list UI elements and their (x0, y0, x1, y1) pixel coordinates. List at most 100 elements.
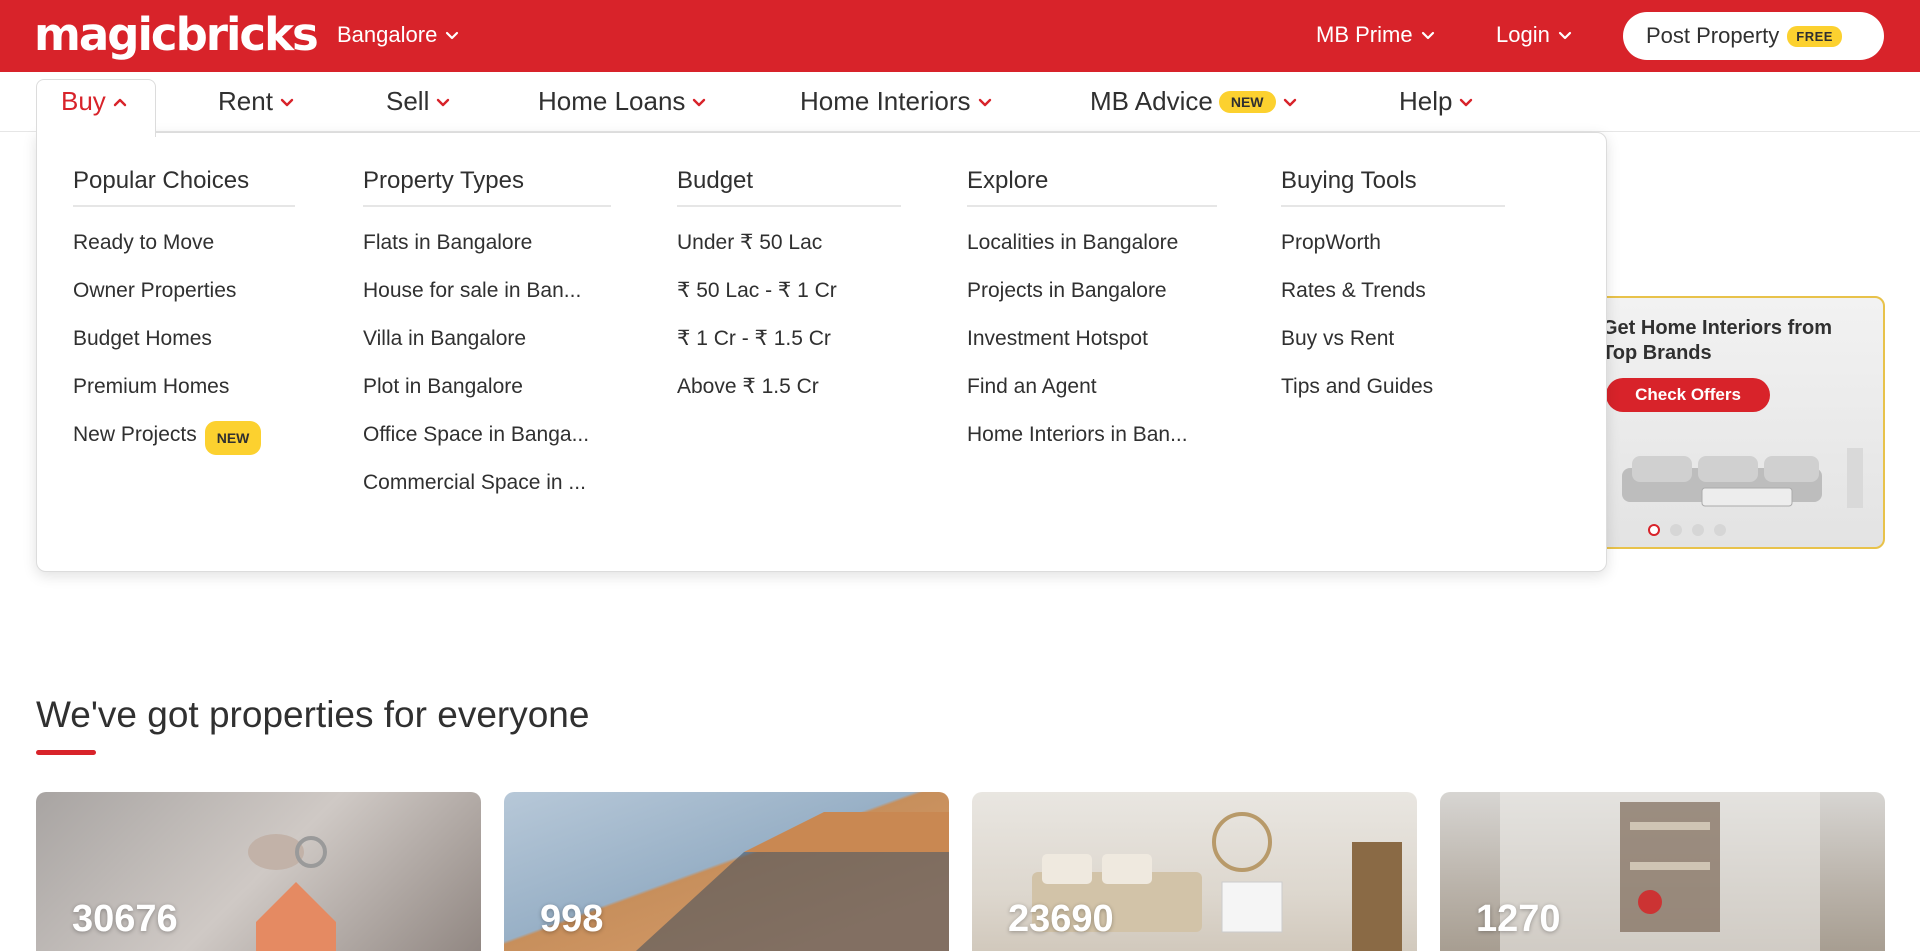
property-count: 1270 (1476, 898, 1561, 940)
menu-link-label: Flats in Bangalore (363, 231, 533, 254)
nav-home-loans[interactable]: Home Loans (538, 86, 707, 117)
menu-link[interactable]: ₹ 50 Lac - ₹ 1 Cr (677, 277, 901, 325)
carousel-dot[interactable] (1714, 524, 1726, 536)
ad-title-line1: Get Home Interiors from (1602, 317, 1833, 339)
magicbricks-logo[interactable]: magicbricks (34, 8, 319, 62)
nav-rent[interactable]: Rent (218, 86, 295, 117)
menu-link[interactable]: Office Space in Banga... (363, 421, 611, 469)
post-property-button[interactable]: Post Property FREE (1623, 12, 1884, 60)
nav-mb-advice-label: MB Advice (1090, 86, 1213, 116)
property-types-column: Property Types Flats in Bangalore House … (363, 167, 611, 517)
property-card[interactable]: 1270 (1440, 792, 1885, 951)
carousel-dot[interactable] (1692, 524, 1704, 536)
menu-link-label: Budget Homes (73, 327, 212, 350)
nav-buy-label: Buy (61, 86, 106, 116)
nav-help[interactable]: Help (1399, 86, 1474, 117)
menu-link-label: Above ₹ 1.5 Cr (677, 375, 819, 398)
menu-link-label: Under ₹ 50 Lac (677, 231, 823, 254)
menu-link[interactable]: Projects in Bangalore (967, 277, 1217, 325)
menu-link[interactable]: Rates & Trends (1281, 277, 1505, 325)
building-illustration (636, 812, 949, 951)
menu-link-label: Tips and Guides (1281, 375, 1434, 398)
city-selector[interactable]: Bangalore (337, 22, 459, 48)
explore-column: Explore Localities in Bangalore Projects… (967, 167, 1217, 469)
nav-help-label: Help (1399, 86, 1453, 116)
mb-prime-menu[interactable]: MB Prime (1316, 22, 1435, 48)
menu-link-label: Buy vs Rent (1281, 327, 1395, 350)
login-label: Login (1496, 22, 1550, 47)
property-count: 23690 (1008, 898, 1114, 940)
menu-link-label: New Projects (73, 423, 197, 446)
menu-link-label: ₹ 1 Cr - ₹ 1.5 Cr (677, 327, 831, 350)
chevron-down-icon (280, 98, 294, 106)
menu-link[interactable]: Premium Homes (73, 373, 295, 421)
mb-prime-label: MB Prime (1316, 22, 1413, 47)
carousel-dot[interactable] (1648, 524, 1660, 536)
chevron-down-icon (1283, 98, 1296, 106)
menu-link-label: Ready to Move (73, 231, 215, 254)
login-menu[interactable]: Login (1496, 22, 1572, 48)
property-card[interactable]: 23690 (972, 792, 1417, 951)
menu-link[interactable]: ₹ 1 Cr - ₹ 1.5 Cr (677, 325, 901, 373)
menu-link-label: Premium Homes (73, 375, 230, 398)
menu-link-label: Rates & Trends (1281, 279, 1426, 302)
nav-home-loans-label: Home Loans (538, 86, 686, 116)
menu-link[interactable]: Above ₹ 1.5 Cr (677, 373, 901, 421)
new-badge: NEW (1218, 90, 1276, 113)
menu-link-label: Investment Hotspot (967, 327, 1148, 350)
menu-link[interactable]: Investment Hotspot (967, 325, 1217, 373)
menu-link[interactable]: Buy vs Rent (1281, 325, 1505, 373)
column-heading: Popular Choices (73, 167, 295, 207)
nav-home-interiors[interactable]: Home Interiors (800, 86, 993, 117)
city-label: Bangalore (337, 22, 438, 47)
nav-sell-label: Sell (386, 86, 430, 116)
property-card[interactable]: 998 (504, 792, 949, 951)
menu-link[interactable]: Plot in Bangalore (363, 373, 611, 421)
nav-rent-label: Rent (218, 86, 273, 116)
chevron-up-icon (113, 98, 127, 106)
menu-link[interactable]: PropWorth (1281, 229, 1505, 277)
menu-link[interactable]: Under ₹ 50 Lac (677, 229, 901, 277)
check-offers-button[interactable]: Check Offers (1606, 378, 1770, 412)
menu-link[interactable]: House for sale in Ban... (363, 277, 611, 325)
section-underline (36, 750, 96, 755)
chevron-down-icon (1460, 98, 1473, 106)
menu-link[interactable]: Owner Properties (73, 277, 295, 325)
menu-link[interactable]: Localities in Bangalore (967, 229, 1217, 277)
menu-link-label: Villa in Bangalore (363, 327, 527, 350)
ad-title: Get Home Interiors from Top Brands (1602, 316, 1832, 366)
menu-link-label: Projects in Bangalore (967, 279, 1167, 302)
property-count: 998 (540, 898, 604, 940)
menu-link[interactable]: Home Interiors in Ban... (967, 421, 1217, 469)
menu-link-label: House for sale in Ban... (363, 279, 582, 302)
menu-link-label: ₹ 50 Lac - ₹ 1 Cr (677, 279, 837, 302)
menu-link[interactable]: Budget Homes (73, 325, 295, 373)
chevron-down-icon (978, 98, 991, 106)
menu-link[interactable]: Villa in Bangalore (363, 325, 611, 373)
chevron-down-icon (693, 98, 706, 106)
menu-link[interactable]: New Projects NEW (73, 421, 295, 469)
ad-title-line2: Top Brands (1602, 342, 1712, 364)
home-interiors-ad-banner[interactable]: Get Home Interiors from Top Brands Check… (1560, 296, 1885, 549)
menu-link[interactable]: Tips and Guides (1281, 373, 1505, 421)
nav-mb-advice[interactable]: MB Advice NEW (1090, 86, 1298, 117)
menu-link[interactable]: Find an Agent (967, 373, 1217, 421)
column-heading: Property Types (363, 167, 611, 207)
property-card[interactable]: 30676 (36, 792, 481, 951)
nav-sell[interactable]: Sell (386, 86, 451, 117)
nav-buy[interactable]: Buy (61, 86, 128, 117)
top-header: magicbricks Bangalore MB Prime Login Pos… (0, 0, 1920, 72)
menu-link[interactable]: Ready to Move (73, 229, 295, 277)
free-badge: FREE (1787, 25, 1842, 47)
popular-choices-column: Popular Choices Ready to Move Owner Prop… (73, 167, 295, 469)
house-keychain-illustration (248, 834, 336, 951)
menu-link[interactable]: Flats in Bangalore (363, 229, 611, 277)
carousel-dots (1648, 524, 1726, 536)
menu-link[interactable]: Commercial Space in ... (363, 469, 611, 517)
buying-tools-column: Buying Tools PropWorth Rates & Trends Bu… (1281, 167, 1505, 421)
menu-link-label: Home Interiors in Ban... (967, 423, 1188, 446)
menu-link-label: Office Space in Banga... (363, 423, 590, 446)
menu-link-label: PropWorth (1281, 231, 1381, 254)
buy-dropdown-menu: Popular Choices Ready to Move Owner Prop… (36, 132, 1607, 572)
carousel-dot[interactable] (1670, 524, 1682, 536)
